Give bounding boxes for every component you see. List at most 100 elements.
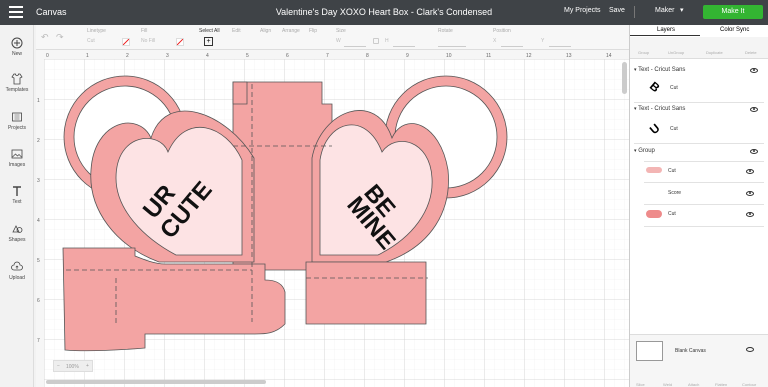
tab-color-sync[interactable]: Color Sync	[720, 27, 749, 33]
layer-thumb	[646, 167, 662, 173]
machine-select[interactable]: Maker	[655, 7, 674, 14]
ruler-left-label: 3	[37, 178, 40, 184]
sidebar-item-templates[interactable]: Templates	[0, 73, 34, 93]
edit-menu[interactable]: Edit	[232, 28, 241, 34]
eye-icon[interactable]	[750, 107, 758, 112]
rotate-field[interactable]	[438, 46, 466, 47]
eye-icon[interactable]	[750, 149, 758, 154]
slice-button[interactable]: Slice	[636, 382, 645, 387]
redo-icon[interactable]: ↷	[56, 32, 64, 43]
x-input[interactable]	[501, 46, 523, 47]
fill-color-swatch[interactable]	[176, 38, 184, 46]
sidebar-item-images[interactable]: Images	[0, 148, 34, 168]
ruler-top-label: 11	[486, 53, 491, 59]
sidebar-item-label: Images	[8, 162, 26, 168]
position-label: Position X	[493, 28, 511, 44]
attach-button[interactable]: Attach	[688, 382, 699, 387]
eye-icon[interactable]	[746, 212, 754, 217]
linetype-select[interactable]: Linetype Cut	[87, 28, 106, 44]
layer-text-1[interactable]: ▾ Text - Cricut Sans	[634, 67, 765, 73]
eye-icon[interactable]	[750, 68, 758, 73]
make-it-button[interactable]: Make It	[703, 5, 763, 19]
vertical-scrollbar[interactable]	[622, 62, 627, 94]
chevron-down-icon[interactable]: ▾	[680, 6, 684, 14]
sidebar-item-upload[interactable]: Upload	[0, 261, 34, 281]
eye-icon[interactable]	[746, 169, 754, 174]
layer-thumb	[646, 210, 662, 218]
tab-layers[interactable]: Layers	[657, 27, 675, 33]
collapse-chevron-icon[interactable]: ▾	[634, 148, 637, 154]
sidebar-item-label: New	[11, 51, 22, 57]
ungroup-button[interactable]: UnGroup	[668, 50, 684, 55]
height-input[interactable]	[393, 46, 415, 47]
eye-icon[interactable]	[746, 191, 754, 196]
layer-score-label: Score	[668, 190, 682, 196]
layer-title: Text - Cricut Sans	[638, 106, 686, 112]
divider	[644, 182, 764, 183]
sidebar-item-new[interactable]: New	[0, 37, 34, 57]
delete-button[interactable]: Delete	[745, 50, 757, 55]
fill-select[interactable]: Fill No Fill	[141, 28, 155, 44]
ruler-top-label: 0	[46, 53, 49, 59]
rotate-input[interactable]: Rotate	[438, 28, 453, 34]
linetype-color-swatch[interactable]	[122, 38, 130, 46]
my-projects-link[interactable]: My Projects	[564, 7, 601, 14]
horizontal-scrollbar[interactable]	[46, 380, 266, 384]
weld-button[interactable]: Weld	[663, 382, 672, 387]
sidebar-item-label: Text	[12, 199, 22, 205]
zoom-out-icon[interactable]: −	[57, 363, 60, 369]
ruler-top-label: 5	[246, 53, 249, 59]
ruler-top-label: 3	[166, 53, 169, 59]
ruler-left-label: 1	[37, 98, 40, 104]
layer-thumb: B	[646, 78, 663, 96]
sidebar-item-text[interactable]: Text	[0, 185, 34, 205]
layer-group[interactable]: ▾ Group	[634, 148, 765, 154]
collapse-chevron-icon[interactable]: ▾	[634, 106, 637, 112]
layer-cut-label: Cut	[670, 85, 678, 91]
ruler-top-label: 7	[326, 53, 329, 59]
canvas-artwork[interactable]: 0 1 2 3 4 5 6 7 8 9 10 11 12 13 14 1234567	[36, 50, 629, 387]
size-label: Size W	[336, 28, 346, 44]
image-icon	[11, 149, 23, 159]
height-label: H	[385, 38, 389, 44]
shirt-icon	[11, 73, 23, 85]
edit-toolbar: ↶ ↷ Linetype Cut Fill No Fill Select All +…	[36, 25, 629, 50]
ruler-left-label: 5	[37, 258, 40, 264]
project-title: Valentine's Day XOXO Heart Box - Clark's…	[275, 7, 493, 17]
separator	[634, 6, 635, 18]
y-label: Y	[541, 38, 545, 44]
arrange-menu[interactable]: Arrange	[282, 28, 300, 34]
ruler-top-label: 1	[86, 53, 89, 59]
select-all-icon[interactable]: +	[204, 37, 213, 46]
contour-button[interactable]: Contour	[742, 382, 756, 387]
align-menu[interactable]: Align	[260, 28, 271, 34]
zoom-level: 100%	[66, 364, 79, 370]
select-all-button[interactable]: Select All	[199, 28, 220, 34]
design-canvas[interactable]: 0 1 2 3 4 5 6 7 8 9 10 11 12 13 14 1234567	[36, 50, 629, 387]
divider	[644, 161, 764, 162]
collapse-chevron-icon[interactable]: ▾	[634, 67, 637, 73]
ruler-top-label: 2	[126, 53, 129, 59]
active-tab-indicator	[630, 35, 700, 36]
layer-text-2[interactable]: ▾ Text - Cricut Sans	[634, 106, 765, 112]
duplicate-button[interactable]: Duplicate	[706, 50, 723, 55]
eye-hidden-icon[interactable]	[746, 347, 754, 352]
flip-menu[interactable]: Flip	[309, 28, 317, 34]
sidebar-item-shapes[interactable]: Shapes	[0, 223, 34, 243]
undo-icon[interactable]: ↶	[41, 32, 49, 43]
width-input[interactable]	[344, 46, 366, 47]
ruler-top-label: 14	[606, 53, 612, 59]
zoom-in-icon[interactable]: +	[86, 363, 89, 369]
layer-thumb: U	[646, 120, 663, 138]
zoom-control[interactable]: − 100% +	[53, 360, 93, 372]
save-link[interactable]: Save	[609, 7, 625, 14]
ruler-left-label: 2	[37, 138, 40, 144]
flatten-button[interactable]: Flatten	[715, 382, 727, 387]
blank-canvas-label: Blank Canvas	[675, 348, 706, 354]
ruler-left-label: 4	[37, 218, 40, 224]
y-input[interactable]	[549, 46, 571, 47]
sidebar-item-projects[interactable]: Projects	[0, 111, 34, 131]
lock-icon[interactable]	[373, 38, 379, 44]
blank-canvas-swatch[interactable]	[636, 341, 663, 361]
group-button[interactable]: Group	[638, 50, 649, 55]
